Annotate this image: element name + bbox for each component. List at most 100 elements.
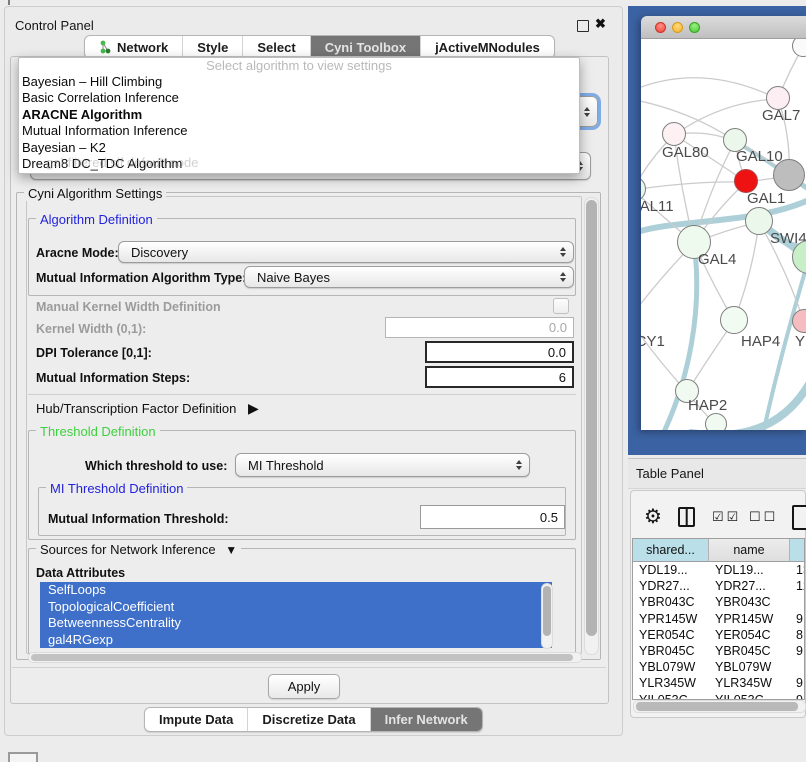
scrollbar-thumb[interactable]: [636, 702, 798, 711]
aracne-mode-combo[interactable]: Discovery: [118, 241, 574, 263]
dpi-tolerance-field[interactable]: 0.0: [425, 341, 574, 363]
apply-button[interactable]: Apply: [268, 674, 340, 699]
minimized-panel-handle[interactable]: [8, 752, 38, 762]
network-node-label: GAL7: [762, 107, 800, 124]
network-node-hap4[interactable]: [720, 306, 748, 334]
table-horizontal-scrollbar[interactable]: [633, 700, 806, 713]
tab-infer-network[interactable]: Infer Network: [370, 708, 482, 731]
table-row[interactable]: YDL19...YDL19...13: [633, 562, 804, 578]
table-row[interactable]: YBR043CYBR043C: [633, 594, 804, 610]
mi-algorithm-type-label: Mutual Information Algorithm Type:: [36, 271, 246, 285]
close-panel-icon[interactable]: ✖: [595, 16, 606, 32]
table-row[interactable]: YDR27...YDR27...12: [633, 578, 804, 594]
dpi-tolerance-label: DPI Tolerance [0,1]:: [36, 346, 152, 360]
window-edge-artifact: [8, 0, 10, 5]
attribute-item[interactable]: TopologicalCoefficient: [40, 599, 552, 616]
network-node[interactable]: [705, 413, 727, 430]
table-row[interactable]: YIL053CYIL053C9: [633, 692, 804, 700]
data-attributes-label: Data Attributes: [36, 566, 125, 580]
zoom-window-icon[interactable]: [689, 22, 700, 33]
algorithm-definition-title: Algorithm Definition: [36, 212, 157, 227]
network-node-label: GAL1: [747, 190, 785, 207]
mi-steps-field[interactable]: 6: [425, 366, 574, 388]
tab-label: Impute Data: [159, 712, 233, 727]
tab-network[interactable]: Network: [85, 36, 182, 58]
dropdown-item[interactable]: ARACNE Algorithm: [19, 107, 579, 123]
manual-kernel-checkbox[interactable]: [553, 298, 569, 314]
table-row[interactable]: YBR045CYBR045C9.: [633, 643, 804, 659]
which-threshold-value: MI Threshold: [248, 458, 324, 473]
tab-style[interactable]: Style: [182, 36, 242, 58]
table-cell: YBL079W: [633, 659, 709, 675]
table-cell: YER054C: [709, 627, 790, 643]
scrollbar-thumb[interactable]: [31, 654, 573, 661]
table-row[interactable]: YLR345WYLR345W9.: [633, 675, 804, 691]
tab-label: Style: [197, 40, 228, 55]
split-columns-icon[interactable]: [678, 507, 695, 527]
network-node-label: GAL80: [662, 144, 709, 161]
combo-arrows-icon: [584, 107, 590, 117]
table-cell: YDR27...: [709, 578, 790, 594]
gear-icon[interactable]: ⚙: [644, 504, 662, 529]
sources-title[interactable]: Sources for Network Inference ▼: [36, 542, 241, 557]
tab-cyni-toolbox[interactable]: Cyni Toolbox: [310, 36, 420, 58]
attribute-item[interactable]: BetweennessCentrality: [40, 615, 552, 632]
float-panel-icon[interactable]: [577, 20, 589, 32]
expand-arrow-icon: ▶: [248, 400, 259, 416]
mi-threshold-field[interactable]: 0.5: [420, 505, 565, 529]
network-node-swi4[interactable]: [745, 207, 773, 235]
which-threshold-label: Which threshold to use:: [85, 459, 227, 473]
settings-vertical-scrollbar[interactable]: [584, 197, 599, 655]
which-threshold-combo[interactable]: MI Threshold: [235, 453, 530, 477]
hub-definition-toggle[interactable]: Hub/Transcription Factor Definition ▶: [36, 400, 259, 417]
network-canvas[interactable]: GAL7GAL80GAL10GAL1GAL11SWI4GAL4GCY1HAP4Y…: [641, 39, 806, 430]
select-all-checkboxes-icon[interactable]: ☑☑: [712, 509, 741, 525]
close-window-icon[interactable]: [655, 22, 666, 33]
aracne-mode-label: Aracne Mode:: [36, 246, 119, 260]
network-node-gal80[interactable]: [662, 122, 686, 146]
kernel-width-field[interactable]: 0.0: [385, 317, 574, 338]
table-cell: 12: [790, 578, 804, 594]
table-rows: YDL19...YDL19...13YDR27...YDR27...12YBR0…: [633, 562, 804, 699]
table-cell: YPR145W: [709, 611, 790, 627]
tab-discretize-data[interactable]: Discretize Data: [247, 708, 369, 731]
column-header-partial[interactable]: [790, 539, 804, 562]
dropdown-item[interactable]: Bayesian – Hill Climbing: [19, 74, 579, 90]
dropdown-item[interactable]: Mutual Information Inference: [19, 123, 579, 139]
algorithm-dropdown-popup: Select algorithm to view settings Bayesi…: [18, 57, 580, 174]
cyni-settings-title: Cyni Algorithm Settings: [24, 186, 166, 201]
attribute-item[interactable]: SelfLoops: [40, 582, 552, 599]
combo-arrows-icon: [560, 247, 566, 257]
tab-jactivemnodules[interactable]: jActiveMNodules: [420, 36, 554, 58]
deselect-all-checkboxes-icon[interactable]: ☐☐: [749, 509, 778, 525]
attribute-item[interactable]: gal4RGexp: [40, 632, 552, 649]
minimize-window-icon[interactable]: [672, 22, 683, 33]
table-cell: YBR045C: [633, 643, 709, 659]
table-row[interactable]: YPR145WYPR145W9.: [633, 611, 804, 627]
table-cell: YER054C: [633, 627, 709, 643]
column-header-name[interactable]: name: [709, 539, 790, 562]
scrollbar-thumb[interactable]: [586, 200, 597, 636]
table-cell: YIL053C: [633, 692, 709, 700]
table-header-row: shared... name: [633, 539, 804, 562]
settings-horizontal-scrollbar[interactable]: [28, 652, 582, 663]
network-node[interactable]: [773, 159, 805, 191]
dropdown-item[interactable]: Basic Correlation Inference: [19, 90, 579, 106]
table-row[interactable]: YER054CYER054C8.: [633, 627, 804, 643]
network-window-titlebar[interactable]: [641, 16, 806, 39]
mi-algorithm-type-combo[interactable]: Naive Bayes: [244, 266, 574, 288]
column-header-shared-name[interactable]: shared...: [633, 539, 709, 562]
table-cell: 9: [790, 692, 804, 700]
dropdown-placeholder: Select algorithm to view settings: [19, 58, 579, 74]
dropdown-item[interactable]: Bayesian – K2: [19, 140, 579, 156]
scrollbar-thumb[interactable]: [543, 586, 551, 636]
mi-threshold-label: Mutual Information Threshold:: [48, 512, 229, 526]
document-icon[interactable]: [792, 505, 806, 530]
combo-arrows-icon: [560, 272, 566, 282]
table-row[interactable]: YBL079WYBL079W: [633, 659, 804, 675]
table-cell: YDR27...: [633, 578, 709, 594]
attributes-scrollbar[interactable]: [541, 583, 553, 649]
table-cell: 13: [790, 562, 804, 578]
tab-impute-data[interactable]: Impute Data: [145, 708, 247, 731]
tab-select[interactable]: Select: [242, 36, 309, 58]
